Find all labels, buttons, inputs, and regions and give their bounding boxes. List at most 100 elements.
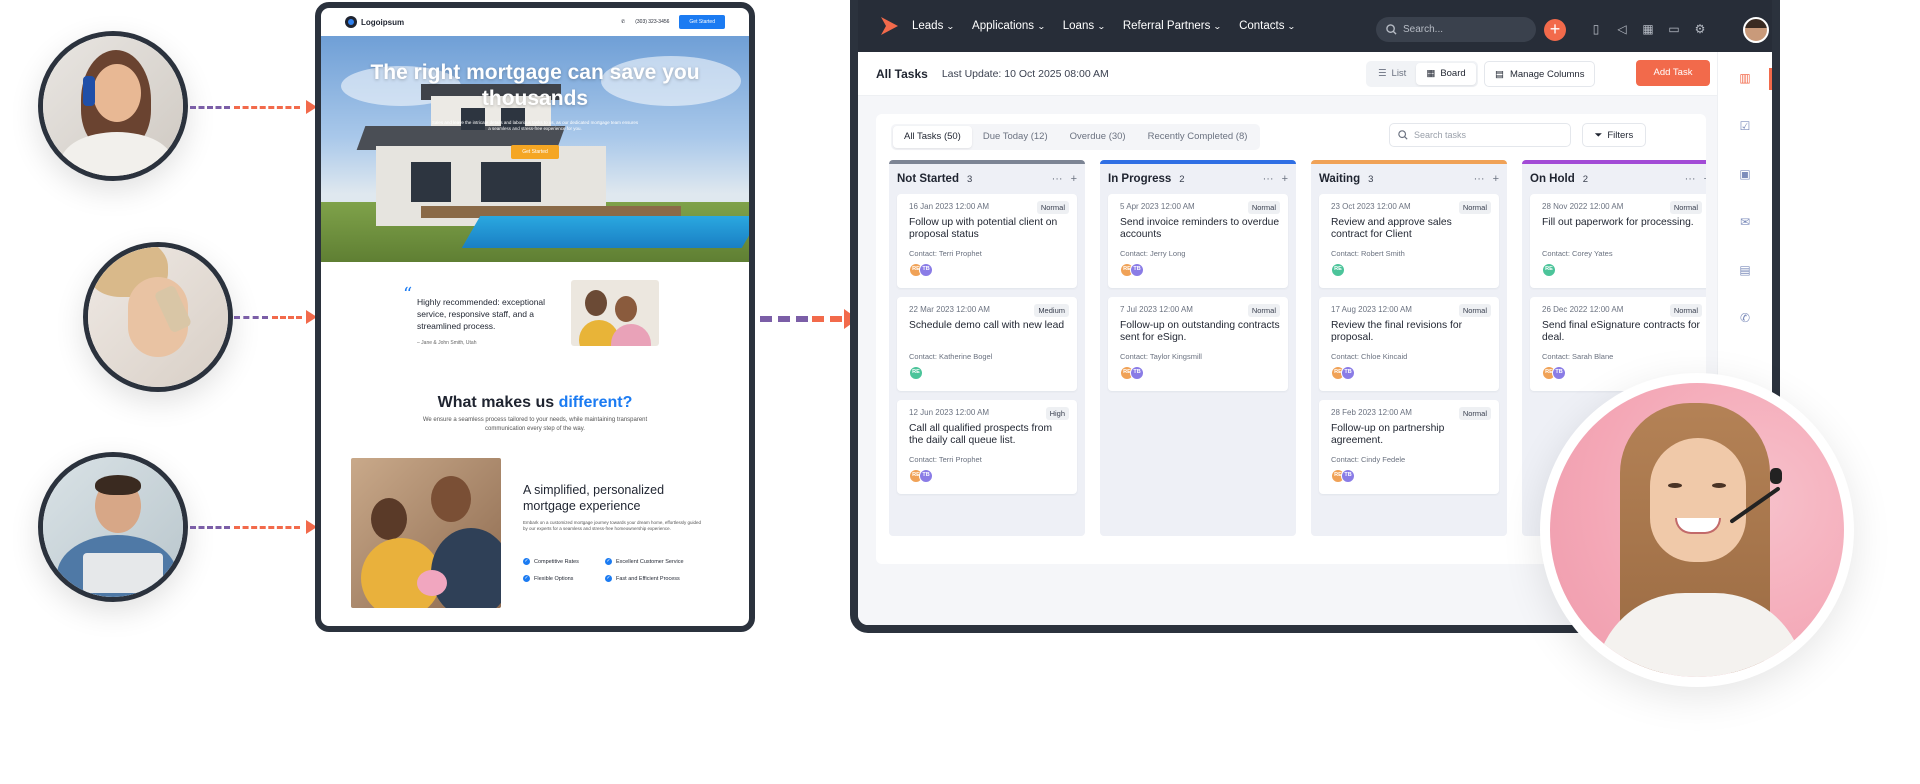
connector-line bbox=[190, 106, 230, 109]
mail-icon[interactable]: ✉ bbox=[1736, 214, 1754, 230]
megaphone-icon[interactable]: ◁ bbox=[1614, 21, 1630, 37]
assignee-avatar[interactable]: TB bbox=[1341, 366, 1355, 380]
nav-loans[interactable]: Loans ⌄ bbox=[1063, 20, 1106, 32]
brand-logo-icon[interactable] bbox=[878, 15, 900, 37]
manage-columns-button[interactable]: ▤ Manage Columns bbox=[1484, 61, 1596, 87]
column-title: On Hold bbox=[1530, 173, 1575, 185]
task-contact: Contact: Terri Prophet bbox=[909, 455, 982, 464]
couple-photo bbox=[571, 280, 659, 346]
task-search-input[interactable]: Search tasks bbox=[1389, 123, 1571, 147]
document-icon[interactable]: ▯ bbox=[1588, 21, 1604, 37]
assignee-avatar[interactable]: TB bbox=[1552, 366, 1566, 380]
user-avatar[interactable] bbox=[1743, 17, 1769, 43]
quick-add-button[interactable]: + bbox=[1544, 19, 1566, 41]
priority-badge: Normal bbox=[1247, 201, 1280, 214]
assignee-avatar[interactable]: TB bbox=[1130, 366, 1144, 380]
tab-recently-completed[interactable]: Recently Completed (8) bbox=[1137, 126, 1259, 148]
family-photo bbox=[351, 458, 501, 608]
task-card[interactable]: 17 Aug 2023 12:00 AM Normal Review the fin… bbox=[1319, 297, 1499, 391]
more-icon[interactable]: ··· bbox=[1052, 173, 1063, 185]
nav-contacts[interactable]: Contacts ⌄ bbox=[1239, 20, 1297, 32]
chevron-down-icon: ⌄ bbox=[1287, 21, 1297, 31]
nav-referral-partners[interactable]: Referral Partners ⌄ bbox=[1123, 20, 1222, 32]
assignee-avatars: RE TB bbox=[1120, 366, 1280, 380]
feature-list: ✓ Competitive Rates ✓ Excellent Customer S… bbox=[523, 558, 723, 582]
assignee-avatar[interactable]: RE bbox=[909, 366, 923, 380]
task-title: Send final eSignature contracts for deal… bbox=[1542, 320, 1700, 343]
task-title: Follow up with potential client on propo… bbox=[909, 217, 1058, 240]
monitor-icon[interactable]: ▭ bbox=[1666, 21, 1682, 37]
check-icon: ✓ bbox=[523, 575, 530, 582]
view-list-button[interactable]: ☰ List bbox=[1368, 63, 1416, 85]
tab-all-tasks[interactable]: All Tasks (50) bbox=[893, 126, 972, 148]
calendar-icon[interactable]: ▣ bbox=[1736, 166, 1754, 182]
connector-line bbox=[234, 106, 300, 109]
view-board-button[interactable]: ▦ Board bbox=[1416, 63, 1476, 85]
column-header: Waiting 3 ··· + bbox=[1311, 164, 1507, 194]
tab-due-today[interactable]: Due Today (12) bbox=[972, 126, 1059, 148]
global-search-input[interactable]: Search... bbox=[1376, 17, 1536, 42]
more-icon[interactable]: ··· bbox=[1263, 173, 1274, 185]
site-phone[interactable]: (303) 323-3456 bbox=[635, 19, 669, 25]
nav-applications[interactable]: Applications ⌄ bbox=[972, 20, 1046, 32]
filter-icon: ⏷ bbox=[1594, 129, 1603, 141]
hero-get-started-button[interactable]: Get Started bbox=[511, 145, 559, 159]
gear-icon[interactable]: ⚙ bbox=[1692, 21, 1708, 37]
task-contact: Contact: Taylor Kingsmill bbox=[1120, 352, 1202, 361]
assignee-avatar[interactable]: TB bbox=[1341, 469, 1355, 483]
column-title: In Progress bbox=[1108, 173, 1172, 185]
assignee-avatars: RE TB bbox=[909, 469, 1069, 483]
checklist-icon[interactable]: ☑ bbox=[1736, 118, 1754, 134]
assignee-avatar[interactable]: RE bbox=[1331, 263, 1345, 277]
assignee-avatar[interactable]: RE bbox=[1542, 263, 1556, 277]
column-header: Not Started 3 ··· + bbox=[889, 164, 1085, 194]
assignee-avatars: RE TB bbox=[1331, 469, 1491, 483]
add-icon[interactable]: + bbox=[1282, 173, 1288, 185]
site-nav-cta-button[interactable]: Get Started bbox=[679, 15, 725, 29]
calculator-icon[interactable]: ▦ bbox=[1640, 21, 1656, 37]
task-title: Call all qualified prospects from the da… bbox=[909, 423, 1053, 446]
add-task-button[interactable]: Add Task bbox=[1636, 60, 1710, 86]
section-title: What makes us different? bbox=[321, 394, 749, 412]
chart-icon[interactable]: ▥ bbox=[1736, 70, 1754, 86]
feature-item: ✓ Competitive Rates bbox=[523, 558, 579, 565]
phone-icon[interactable]: ✆ bbox=[1736, 310, 1754, 326]
site-logo[interactable]: Logoipsum bbox=[345, 16, 404, 28]
task-card[interactable]: 28 Feb 2023 12:00 AM Normal Follow-up on p… bbox=[1319, 400, 1499, 494]
task-title: Follow-up on partnership agreement. bbox=[1331, 423, 1445, 446]
more-icon[interactable]: ··· bbox=[1474, 173, 1485, 185]
task-card[interactable]: 23 Oct 2023 12:00 AM Normal Review and app… bbox=[1319, 194, 1499, 288]
task-card[interactable]: 22 Mar 2023 12:00 AM Medium Schedule demo … bbox=[897, 297, 1077, 391]
filters-button[interactable]: ⏷ Filters bbox=[1582, 123, 1646, 147]
add-icon[interactable]: + bbox=[1071, 173, 1077, 185]
assignee-avatars: RE bbox=[1331, 263, 1491, 277]
task-card[interactable]: 5 Apr 2023 12:00 AM Normal Send invoice re… bbox=[1108, 194, 1288, 288]
connector-line bbox=[234, 526, 300, 529]
connector-line bbox=[272, 316, 302, 319]
task-filter-tabs: All Tasks (50) Due Today (12) Overdue (3… bbox=[891, 124, 1261, 150]
add-icon[interactable]: + bbox=[1704, 173, 1706, 185]
task-card[interactable]: 12 Jun 2023 12:00 AM High Call all qualifi… bbox=[897, 400, 1077, 494]
assignee-avatar[interactable]: TB bbox=[919, 263, 933, 277]
testimonial-author: – Jane & John Smith, Utah bbox=[417, 340, 477, 346]
task-card[interactable]: 28 Nov 2022 12:00 AM Normal Fill out paper… bbox=[1530, 194, 1706, 288]
check-icon: ✓ bbox=[605, 558, 612, 565]
column-title: Not Started bbox=[897, 173, 959, 185]
task-card[interactable]: 7 Jul 2023 12:00 AM Normal Follow-up on ou… bbox=[1108, 297, 1288, 391]
more-icon[interactable]: ··· bbox=[1685, 173, 1696, 185]
add-icon[interactable]: + bbox=[1493, 173, 1499, 185]
assignee-avatar[interactable]: TB bbox=[919, 469, 933, 483]
columns-icon: ▤ bbox=[1495, 68, 1504, 80]
connector-line bbox=[190, 526, 230, 529]
connector-line bbox=[760, 316, 808, 322]
assignee-avatars: RE TB bbox=[1120, 263, 1280, 277]
task-contact: Contact: Jerry Long bbox=[1120, 249, 1186, 258]
nav-leads[interactable]: Leads ⌄ bbox=[912, 20, 955, 32]
connector-line bbox=[234, 316, 268, 319]
feature-item: ✓ Fast and Efficient Process bbox=[605, 575, 680, 582]
tab-overdue[interactable]: Overdue (30) bbox=[1059, 126, 1137, 148]
chevron-down-icon: ⌄ bbox=[1097, 21, 1106, 31]
message-icon[interactable]: ▤ bbox=[1736, 262, 1754, 278]
task-card[interactable]: 16 Jan 2023 12:00 AM Normal Follow up with… bbox=[897, 194, 1077, 288]
assignee-avatar[interactable]: TB bbox=[1130, 263, 1144, 277]
